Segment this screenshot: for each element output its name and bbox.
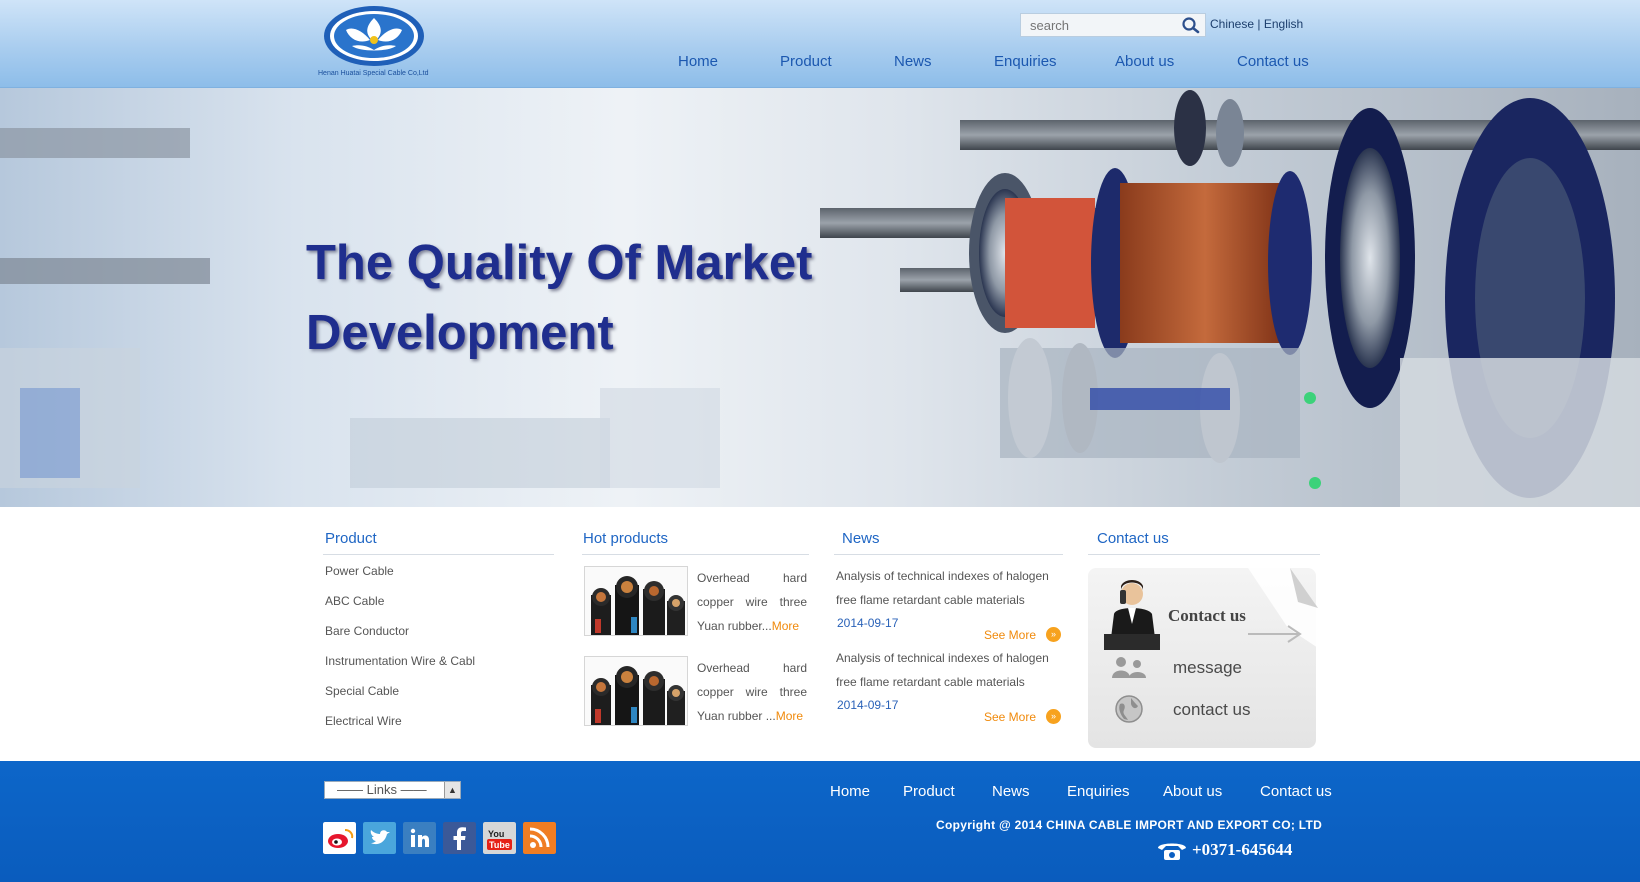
news-divider xyxy=(834,554,1063,555)
contact-panel: Contact us message contact us xyxy=(1088,568,1318,748)
news-section-title: News xyxy=(842,530,880,547)
svg-text:You: You xyxy=(488,829,504,839)
contact-us-link[interactable]: contact us xyxy=(1173,700,1251,720)
product-link[interactable]: Bare Conductor xyxy=(325,624,409,638)
youtube-icon[interactable]: You Tube xyxy=(483,822,516,854)
footer-nav-product[interactable]: Product xyxy=(903,783,955,800)
contact-panel-heading[interactable]: Contact us xyxy=(1168,606,1246,626)
links-dropdown[interactable]: —— Links —— ▲ xyxy=(324,781,461,799)
nav-enquiries[interactable]: Enquiries xyxy=(994,53,1057,70)
hot-product-image[interactable] xyxy=(584,656,688,726)
links-label: —— Links —— xyxy=(337,782,427,797)
product-link[interactable]: Electrical Wire xyxy=(325,714,402,728)
search-input[interactable] xyxy=(1022,15,1172,35)
cable-icon xyxy=(585,567,687,635)
news-date: 2014-09-17 xyxy=(837,616,899,630)
footer-nav-about-us[interactable]: About us xyxy=(1163,783,1222,800)
hero-banner: The Quality Of Market Development xyxy=(0,88,1640,507)
product-section-title: Product xyxy=(325,530,377,547)
news-date: 2014-09-17 xyxy=(837,698,899,712)
product-link[interactable]: Instrumentation Wire & Cabl xyxy=(325,654,475,668)
nav-home[interactable]: Home xyxy=(678,53,718,70)
see-more-link[interactable]: See More xyxy=(984,628,1036,642)
banner-headline: The Quality Of Market Development xyxy=(306,228,812,368)
product-link[interactable]: Power Cable xyxy=(325,564,394,578)
banner-headline-line1: The Quality Of Market xyxy=(306,236,813,290)
footer-nav-news[interactable]: News xyxy=(992,783,1030,800)
site-footer xyxy=(0,761,1640,882)
hot-products-divider xyxy=(582,554,809,555)
double-chevron-right-icon[interactable]: » xyxy=(1046,709,1061,724)
more-link[interactable]: More xyxy=(776,709,803,723)
contact-section-title: Contact us xyxy=(1097,530,1169,547)
double-chevron-right-icon[interactable]: » xyxy=(1046,627,1061,642)
facebook-icon[interactable] xyxy=(443,822,476,854)
people-icon xyxy=(1112,657,1146,678)
globe-icon xyxy=(1115,695,1143,723)
footer-nav-enquiries[interactable]: Enquiries xyxy=(1067,783,1130,800)
svg-text:Tube: Tube xyxy=(489,840,510,850)
businessman-phone-icon xyxy=(1104,580,1160,650)
hot-product-description: Overhead hard copper wire three Yuan rub… xyxy=(697,656,807,728)
linkedin-icon[interactable] xyxy=(403,822,436,854)
nav-news[interactable]: News xyxy=(894,53,932,70)
cable-icon xyxy=(585,657,687,725)
lang-separator: | xyxy=(1257,17,1261,31)
nav-contact-us[interactable]: Contact us xyxy=(1237,53,1309,70)
nav-product[interactable]: Product xyxy=(780,53,832,70)
footer-nav-contact-us[interactable]: Contact us xyxy=(1260,783,1332,800)
hot-product-description: Overhead hard copper wire three Yuan rub… xyxy=(697,566,807,638)
page-curl-icon xyxy=(1248,568,1318,648)
footer-nav-home[interactable]: Home xyxy=(830,783,870,800)
weibo-icon[interactable] xyxy=(323,822,356,854)
banner-headline-line2: Development xyxy=(306,306,614,360)
news-headline[interactable]: Analysis of technical indexes of halogen… xyxy=(836,646,1062,694)
telephone-icon xyxy=(1158,843,1186,860)
product-link[interactable]: ABC Cable xyxy=(325,594,384,608)
search-icon[interactable] xyxy=(1179,15,1203,35)
twitter-icon[interactable] xyxy=(363,822,396,854)
contact-divider xyxy=(1088,554,1320,555)
product-link[interactable]: Special Cable xyxy=(325,684,399,698)
phone-number: +0371-645644 xyxy=(1192,840,1293,859)
nav-about-us[interactable]: About us xyxy=(1115,53,1174,70)
banner-machinery-image xyxy=(0,90,1640,507)
hot-product-image[interactable] xyxy=(584,566,688,636)
more-link[interactable]: More xyxy=(772,619,799,633)
message-link[interactable]: message xyxy=(1173,658,1242,678)
language-switch: Chinese | English xyxy=(1210,17,1303,31)
search-box xyxy=(1020,13,1206,37)
hot-products-title: Hot products xyxy=(583,530,669,547)
rss-icon[interactable] xyxy=(523,822,556,854)
copyright-text: Copyright @ 2014 CHINA CABLE IMPORT AND … xyxy=(936,818,1323,832)
news-headline[interactable]: Analysis of technical indexes of halogen… xyxy=(836,564,1062,612)
see-more-link[interactable]: See More xyxy=(984,710,1036,724)
site-header: Henan Huatai Special Cable Co,Ltd Chines… xyxy=(0,0,1640,88)
lang-chinese-link[interactable]: Chinese xyxy=(1210,17,1254,31)
product-divider xyxy=(323,554,554,555)
company-name: Henan Huatai Special Cable Co,Ltd xyxy=(318,70,429,77)
lang-english-link[interactable]: English xyxy=(1264,17,1303,31)
chevron-up-icon[interactable]: ▲ xyxy=(444,782,460,798)
